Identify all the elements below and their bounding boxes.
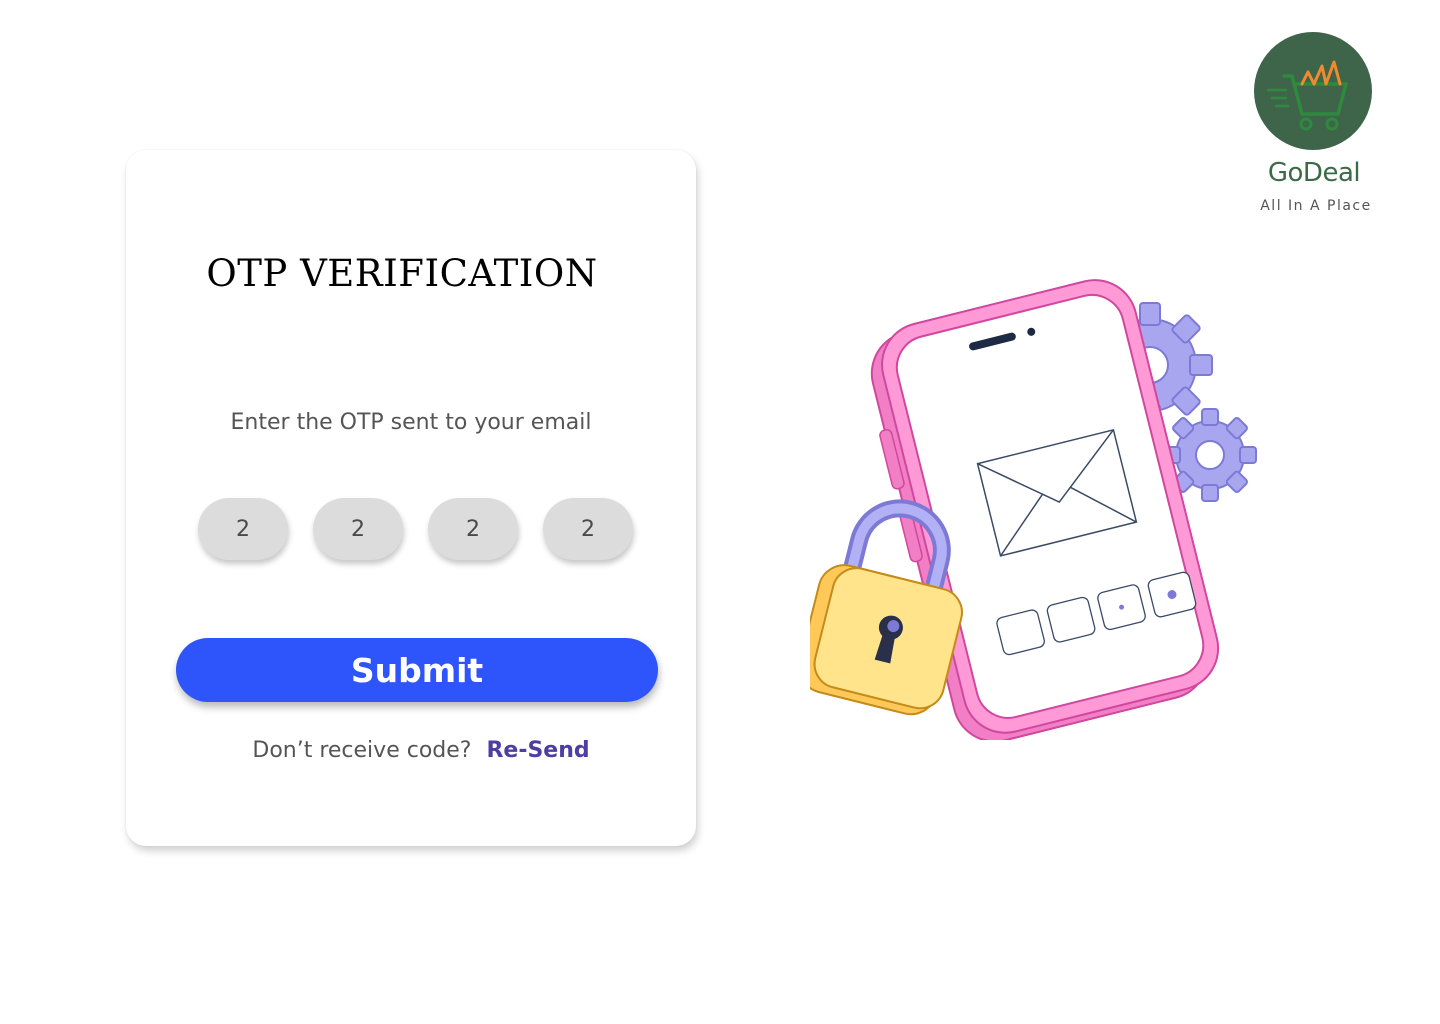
logo-circle	[1254, 32, 1372, 150]
otp-card: OTP VERIFICATION Enter the OTP sent to y…	[126, 150, 696, 846]
brand-logo[interactable]: GoDeal All In A Place	[1246, 32, 1386, 222]
brand-tagline: All In A Place	[1260, 198, 1372, 214]
otp-illustration	[810, 279, 1257, 740]
submit-button[interactable]: Submit	[176, 638, 658, 702]
otp-instruction: Enter the OTP sent to your email	[230, 410, 592, 435]
resend-row: Don’t receive code? Re-Send	[126, 738, 716, 763]
page-title: OTP VERIFICATION	[206, 252, 598, 295]
otp-digit-1[interactable]	[198, 498, 288, 560]
otp-digit-2[interactable]	[313, 498, 403, 560]
otp-digit-3[interactable]	[428, 498, 518, 560]
resend-prompt: Don’t receive code?	[252, 738, 472, 763]
otp-digit-4[interactable]	[543, 498, 633, 560]
brand-name: GoDeal	[1267, 158, 1361, 188]
otp-input-group	[198, 498, 633, 560]
otp-verification-page: OTP VERIFICATION Enter the OTP sent to y…	[0, 0, 1440, 1024]
resend-link[interactable]: Re-Send	[486, 738, 589, 763]
shopping-cart-icon	[1266, 60, 1348, 131]
